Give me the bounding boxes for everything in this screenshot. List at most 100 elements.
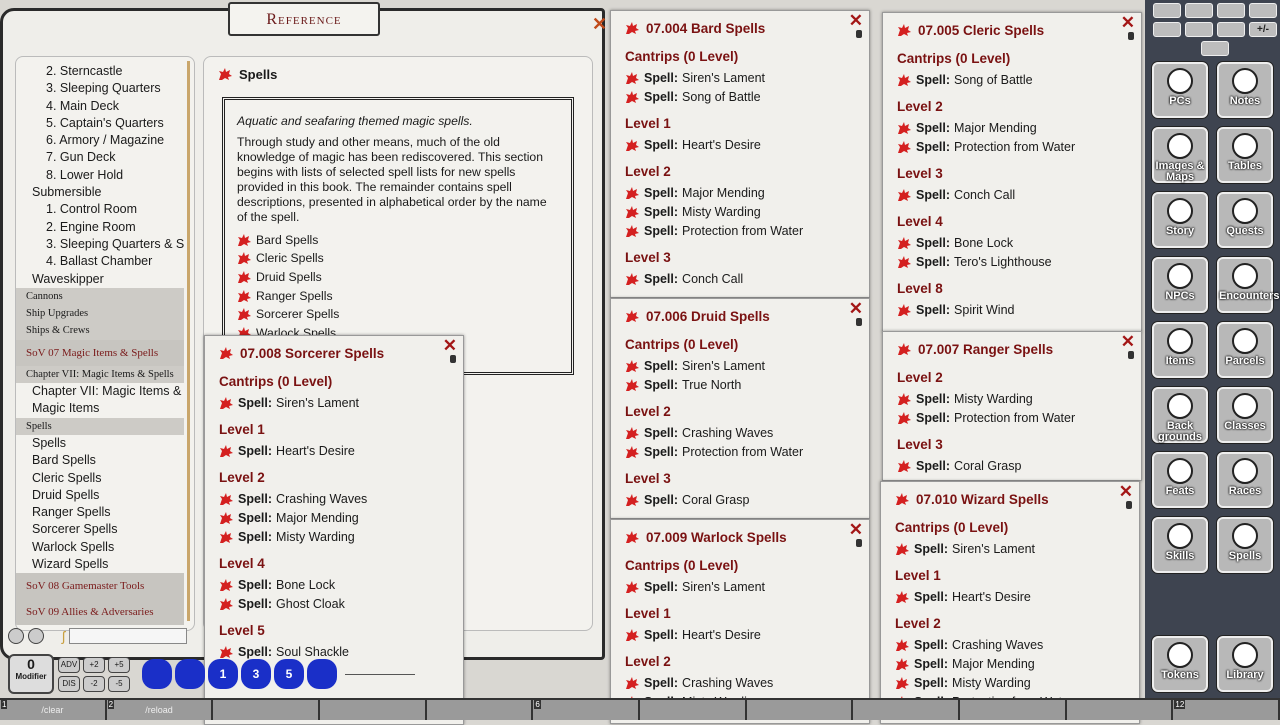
hotkey-slot[interactable]: [853, 700, 961, 720]
spell-link[interactable]: Spell: Bone Lock: [897, 234, 1131, 253]
modifier-button[interactable]: ADV: [58, 656, 80, 673]
spell-link[interactable]: Spell: Heart's Desire: [625, 626, 859, 645]
lock-icon[interactable]: [1128, 32, 1134, 40]
list-item[interactable]: 2. Engine Room: [16, 219, 194, 236]
lock-icon[interactable]: [856, 30, 862, 38]
spell-link[interactable]: Spell: Song of Battle: [897, 71, 1131, 90]
list-item[interactable]: 2. Sterncastle: [16, 63, 194, 80]
spell-link[interactable]: Spell: Crashing Waves: [625, 674, 859, 693]
spell-link[interactable]: Spell: Song of Battle: [625, 88, 859, 107]
sidebar-button-notes[interactable]: Notes: [1217, 62, 1273, 118]
list-item[interactable]: Magic Items: [16, 400, 194, 417]
sidebar-button-encounters[interactable]: Encounters: [1217, 257, 1280, 313]
spell-link[interactable]: Spell:Protection from Water: [625, 443, 859, 462]
close-icon[interactable]: ✕: [849, 11, 863, 31]
toolbar-button[interactable]: [1185, 22, 1213, 37]
close-icon[interactable]: ✕: [849, 299, 863, 319]
list-item[interactable]: Submersible: [16, 184, 194, 201]
spell-link[interactable]: Spell:Protection from Water: [897, 409, 1131, 428]
chat-options-icon[interactable]: [28, 628, 44, 644]
list-category[interactable]: SoV 07 Magic Items & Spells: [16, 339, 184, 366]
sidebar-button-back-grounds[interactable]: Back grounds: [1152, 387, 1208, 443]
sidebar-button-library[interactable]: Library: [1217, 636, 1273, 692]
sidebar-button-items[interactable]: Items: [1152, 322, 1208, 378]
chat-mode-icon[interactable]: [8, 628, 24, 644]
spell-link[interactable]: Spell: Siren's Lament: [625, 69, 859, 88]
lock-icon[interactable]: [1128, 351, 1134, 359]
spell-link[interactable]: Spell: Crashing Waves: [219, 490, 453, 509]
modifier-button[interactable]: -2: [83, 675, 105, 692]
d12-die[interactable]: [175, 659, 205, 689]
list-item[interactable]: 1. Control Room: [16, 201, 194, 218]
spell-list-link[interactable]: Cleric Spells: [237, 250, 559, 269]
toolbar-button[interactable]: [1185, 3, 1213, 18]
list-category[interactable]: Ships & Crews: [16, 322, 184, 340]
hotkey-slot[interactable]: 1/clear: [0, 700, 107, 720]
list-item[interactable]: Ranger Spells: [16, 504, 194, 521]
list-item[interactable]: 4. Ballast Chamber: [16, 253, 194, 270]
list-category[interactable]: SoV 08 Gamemaster Tools: [16, 573, 184, 600]
spell-link[interactable]: Spell: Bone Lock: [219, 576, 453, 595]
lock-icon[interactable]: [450, 355, 456, 363]
toolbar-button[interactable]: [1153, 3, 1181, 18]
modifier-button[interactable]: -5: [108, 675, 130, 692]
spell-link[interactable]: Spell: Coral Grasp: [625, 491, 859, 510]
spell-link[interactable]: Spell: Spirit Wind: [897, 301, 1131, 320]
hotkey-slot[interactable]: [320, 700, 427, 720]
d20-die[interactable]: [142, 659, 172, 689]
spell-link[interactable]: Spell: Heart's Desire: [895, 588, 1129, 607]
list-item[interactable]: Druid Spells: [16, 487, 194, 504]
spell-link[interactable]: Spell: Siren's Lament: [219, 394, 453, 413]
toolbar-button[interactable]: [1249, 3, 1277, 18]
toolbar-button[interactable]: +/-: [1249, 22, 1277, 37]
spell-link[interactable]: Spell: Siren's Lament: [895, 540, 1129, 559]
spell-link[interactable]: Spell: Major Mending: [219, 509, 453, 528]
list-item[interactable]: Warlock Spells: [16, 539, 194, 556]
d10-die[interactable]: 1: [208, 659, 238, 689]
sidebar-button-quests[interactable]: Quests: [1217, 192, 1273, 248]
sidebar-button-spells[interactable]: Spells: [1217, 517, 1273, 573]
d4-die[interactable]: [307, 659, 337, 689]
modifier-box[interactable]: 0 Modifier: [8, 654, 54, 694]
spell-link[interactable]: Spell: Conch Call: [897, 186, 1131, 205]
sidebar-button-story[interactable]: Story: [1152, 192, 1208, 248]
list-item[interactable]: 8. Lower Hold: [16, 167, 194, 184]
hotkey-slot[interactable]: [960, 700, 1067, 720]
d8-die[interactable]: 3: [241, 659, 271, 689]
list-item[interactable]: 3. Sleeping Quarters & S: [16, 236, 194, 253]
sidebar-button-pcs[interactable]: PCs: [1152, 62, 1208, 118]
chat-input[interactable]: [69, 628, 188, 644]
list-category[interactable]: Spells: [16, 417, 184, 435]
hotkey-slot[interactable]: [1067, 700, 1174, 720]
spell-link[interactable]: Spell:Protection from Water: [897, 138, 1131, 157]
spell-link[interactable]: Spell: True North: [625, 376, 859, 395]
list-item[interactable]: Sorcerer Spells: [16, 521, 194, 538]
spell-link[interactable]: Spell: Tero's Lighthouse: [897, 253, 1131, 272]
sidebar-button-tokens[interactable]: Tokens: [1152, 636, 1208, 692]
spell-link[interactable]: Spell: Crashing Waves: [895, 636, 1129, 655]
list-item[interactable]: 5. Captain's Quarters: [16, 115, 194, 132]
spell-link[interactable]: Spell: Coral Grasp: [897, 457, 1131, 476]
spell-link[interactable]: Spell:Protection from Water: [625, 222, 859, 241]
toolbar-button[interactable]: [1217, 3, 1245, 18]
hotkey-slot[interactable]: [747, 700, 854, 720]
hotkey-slot[interactable]: [640, 700, 747, 720]
list-item[interactable]: 6. Armory / Magazine: [16, 132, 194, 149]
sidebar-button-npcs[interactable]: NPCs: [1152, 257, 1208, 313]
hotkey-slot[interactable]: 2/reload: [107, 700, 214, 720]
close-icon[interactable]: ✕: [443, 336, 457, 356]
toolbar-button[interactable]: [1217, 22, 1245, 37]
close-icon[interactable]: ✕: [592, 14, 607, 35]
close-icon[interactable]: ✕: [1119, 482, 1133, 502]
list-item[interactable]: Wizard Spells: [16, 556, 194, 573]
hotkey-slot[interactable]: [213, 700, 321, 720]
spell-link[interactable]: Spell:Misty Warding: [895, 674, 1129, 693]
close-icon[interactable]: ✕: [1121, 13, 1135, 33]
d6-die[interactable]: 5: [274, 659, 304, 689]
spell-link[interactable]: Spell:Misty Warding: [625, 203, 859, 222]
lock-icon[interactable]: [1126, 501, 1132, 509]
spell-link[interactable]: Spell:Misty Warding: [219, 528, 453, 547]
spell-link[interactable]: Spell: Major Mending: [897, 119, 1131, 138]
sidebar-button-images-maps[interactable]: Images & Maps: [1152, 127, 1208, 183]
spell-link[interactable]: Spell: Conch Call: [625, 270, 859, 289]
